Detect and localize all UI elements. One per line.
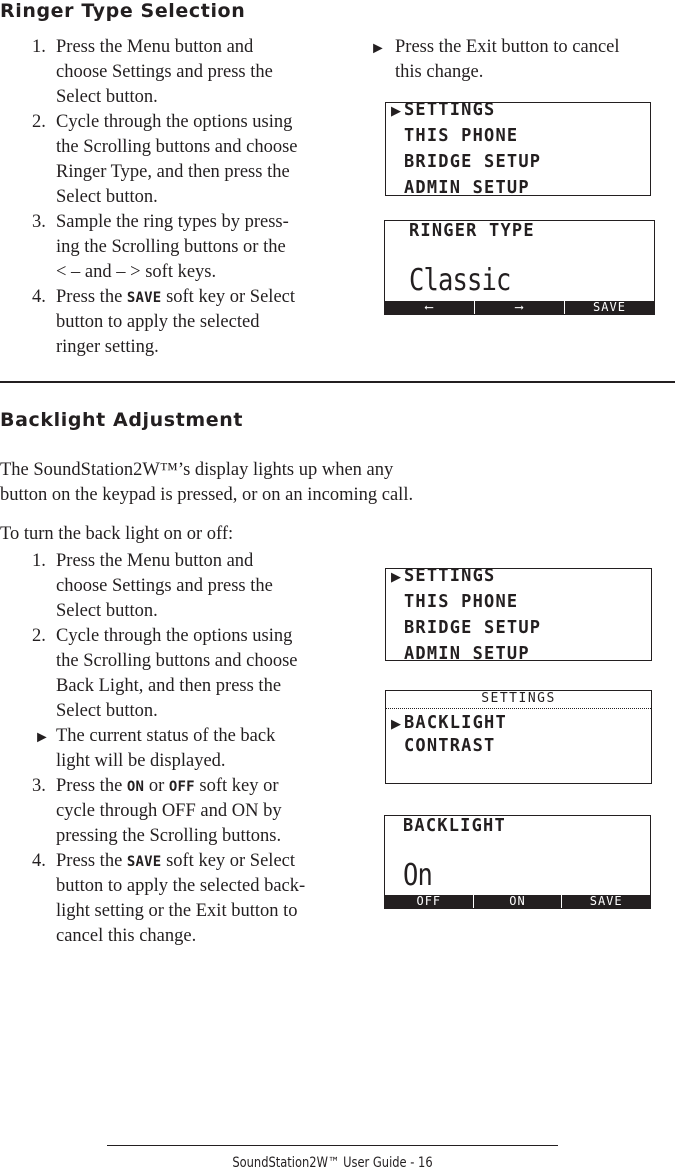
lcd-main-menu: ▶ SETTINGS THIS PHONE BRIDGE SETUP ADMIN… [385,102,651,196]
lcd-menu-item-contrast: CONTRAST [404,735,496,757]
section-divider [0,381,675,383]
on-softkey-ref: ON [126,779,145,795]
note-text: Press the Exit button to cancel [395,37,620,57]
lcd-menu-item-bridge-setup: BRIDGE SETUP [404,617,542,639]
lcd-menu-item-admin-setup: ADMIN SETUP [404,643,530,661]
lcd-settings-menu: SETTINGS ▶ BACKLIGHT CONTRAST [385,690,652,784]
step-text: Select button. [56,87,158,107]
lcd-backlight-value: On [403,858,433,893]
note-text: this change. [395,62,484,82]
step-number: 3. [32,776,46,796]
step-text: The current status of the back [56,726,276,746]
lcd-ringer-label: RINGER TYPE [409,220,535,242]
step-text: Press the Menu button and [56,37,254,57]
step-text: choose Settings and press the [56,576,273,596]
step-text: Select button. [56,601,158,621]
softkey-right-arrow-icon[interactable]: ⟶ [474,301,564,314]
step-number: 4. [32,287,46,307]
footer-text: SoundStation2W™ User Guide - 16 [232,1155,433,1171]
triangle-bullet-icon: ► [370,40,386,57]
softkey-bar: OFF ON SAVE [385,895,650,908]
softkey-bar: ⟵ ⟶ SAVE [385,301,654,314]
step-text: ringer setting. [56,337,159,357]
lcd-menu-item-settings: SETTINGS [404,568,496,587]
step-text: the Scrolling buttons and choose [56,137,298,157]
softkey-on[interactable]: ON [472,895,562,908]
save-softkey-ref: SAVE [126,290,162,306]
softkey-left-arrow-icon[interactable]: ⟵ [385,301,474,314]
softkey-off[interactable]: OFF [385,895,473,908]
step-text: Press the SAVE soft key or Select [56,851,296,871]
lcd-ringer-type: RINGER TYPE Classic ⟵ ⟶ SAVE [384,220,655,315]
selection-caret-icon: ▶ [391,716,401,731]
step-text: Cycle through the options using [56,112,293,132]
footer-rule [107,1145,558,1146]
step-number: 4. [32,851,46,871]
step-text: ing the Scrolling buttons or the [56,237,286,257]
lcd-menu-item-admin-setup: ADMIN SETUP [404,177,530,196]
lcd-backlight-label: BACKLIGHT [403,815,506,837]
lcd-backlight: BACKLIGHT On OFF ON SAVE [384,815,651,909]
step-text: cancel this change. [56,926,197,946]
off-softkey-ref: OFF [168,779,195,795]
step-number: 2. [32,112,46,132]
selection-caret-icon: ▶ [391,569,401,584]
ringer-section-title: Ringer Type Selection [0,0,246,22]
step-text: Ringer Type, and then press the [56,162,290,182]
lcd-menu-item-settings: SETTINGS [404,102,496,121]
backlight-intro-line: The SoundStation2W™’s display lights up … [0,460,394,480]
backlight-lead: To turn the back light on or off: [0,524,234,544]
step-text: pressing the Scrolling buttons. [56,826,282,846]
lcd-menu-item-bridge-setup: BRIDGE SETUP [404,151,542,173]
step-number: 1. [32,37,46,57]
selection-caret-icon: ▶ [391,103,401,118]
step-text: Sample the ring types by press- [56,212,289,232]
softkey-save[interactable]: SAVE [564,301,654,314]
step-text: Select button. [56,187,158,207]
step-text: Back Light, and then press the [56,676,282,696]
step-text: < – and – > soft keys. [56,262,217,282]
step-text: button to apply the selected back- [56,876,306,896]
step-text: choose Settings and press the [56,62,273,82]
lcd-menu-item-this-phone: THIS PHONE [404,125,519,147]
step-number: 3. [32,212,46,232]
softkey-save[interactable]: SAVE [561,895,650,908]
step-number: 1. [32,551,46,571]
lcd-menu-item-this-phone: THIS PHONE [404,591,519,613]
step-number: 2. [32,626,46,646]
save-softkey-ref: SAVE [126,854,162,870]
lcd-menu-item-backlight: BACKLIGHT [404,712,507,734]
backlight-section-title: Backlight Adjustment [0,409,244,431]
step-text: Press the ON or OFF soft key or [56,776,279,796]
step-text: the Scrolling buttons and choose [56,651,298,671]
step-text: light setting or the Exit button to [56,901,298,921]
lcd-main-menu: ▶ SETTINGS THIS PHONE BRIDGE SETUP ADMIN… [385,568,652,661]
step-text: Press the SAVE soft key or Select [56,287,296,307]
triangle-bullet-icon: ► [34,729,50,746]
step-text: Cycle through the options using [56,626,293,646]
lcd-ringer-value: Classic [409,263,511,298]
backlight-intro-line: button on the keypad is pressed, or on a… [0,485,414,505]
step-text: light will be displayed. [56,751,226,771]
step-text: button to apply the selected [56,312,260,332]
lcd-settings-header: SETTINGS [386,691,651,709]
step-text: Select button. [56,701,158,721]
step-text: Press the Menu button and [56,551,254,571]
step-text: cycle through OFF and ON by [56,801,282,821]
footer: SoundStation2W™ User Guide - 16 [107,1155,558,1171]
